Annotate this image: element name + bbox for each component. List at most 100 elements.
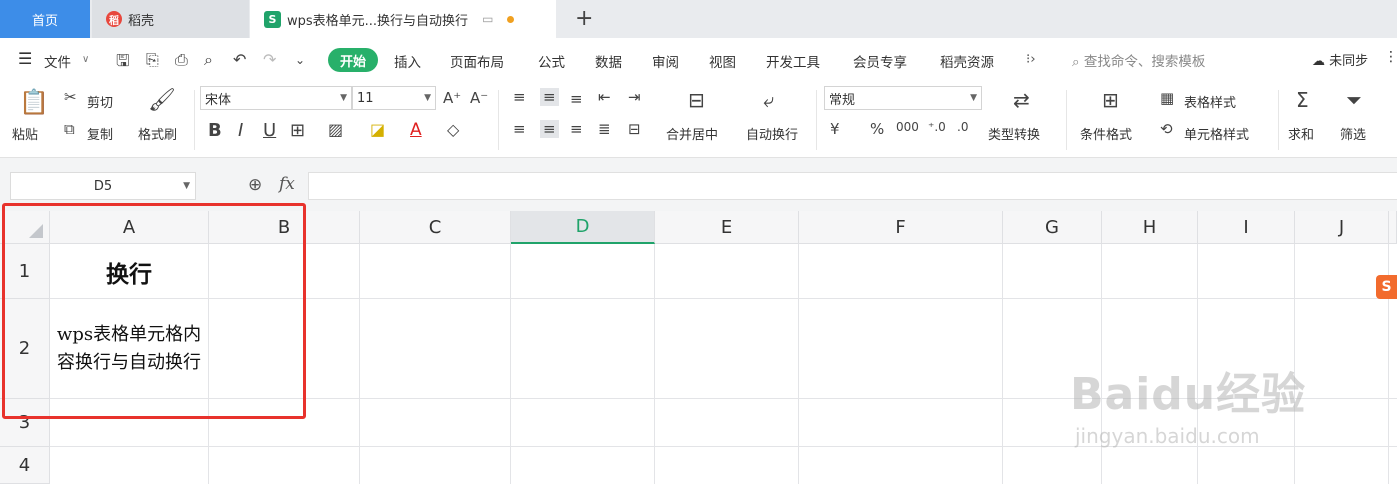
underline-icon[interactable]: U xyxy=(263,120,276,141)
column-header-k[interactable] xyxy=(1389,211,1397,244)
search-placeholder: 查找命令、搜索模板 xyxy=(1083,54,1206,70)
redo-icon[interactable]: ↷ xyxy=(263,50,276,69)
wrap-text-button[interactable]: 自动换行 xyxy=(746,124,798,143)
clear-format-icon[interactable]: ◇ xyxy=(447,120,459,139)
bold-icon[interactable]: B xyxy=(208,120,222,141)
fill-color-icon[interactable]: ◪ xyxy=(370,120,385,139)
cell-style-icon[interactable]: ⟲ xyxy=(1160,120,1173,138)
menu-formula[interactable]: 公式 xyxy=(538,51,565,71)
export-icon[interactable]: ⎘ xyxy=(146,50,159,70)
indent-increase-icon[interactable]: ⇥ xyxy=(628,88,641,106)
undo-icon[interactable]: ↶ xyxy=(233,50,246,69)
sum-button[interactable]: 求和 xyxy=(1288,124,1314,143)
menu-view[interactable]: 视图 xyxy=(709,51,736,71)
print-icon[interactable]: ⎙ xyxy=(175,50,188,70)
zoom-icon[interactable]: ⊕ xyxy=(248,175,262,195)
font-color-icon[interactable]: A xyxy=(410,120,422,140)
menu-daoke-resources[interactable]: 稻壳资源 xyxy=(940,51,994,71)
tab-document[interactable]: S wps表格单元...换行与自动换行 ▭ xyxy=(250,0,556,38)
menu-developer[interactable]: 开发工具 xyxy=(766,51,820,71)
format-painter-icon[interactable]: 🖌 xyxy=(148,88,176,113)
menu-insert[interactable]: 插入 xyxy=(394,51,421,71)
chevron-down-icon[interactable]: ∨ xyxy=(82,54,89,65)
merge-center-button[interactable]: 合并居中 xyxy=(666,124,718,143)
new-tab-plus-icon[interactable]: + xyxy=(575,6,593,31)
search-input[interactable]: ⌕ 查找命令、搜索模板 xyxy=(1072,50,1205,70)
menu-data[interactable]: 数据 xyxy=(595,51,622,71)
sync-status[interactable]: ☁ 未同步 xyxy=(1312,50,1368,69)
column-header-f[interactable]: F xyxy=(799,211,1003,244)
align-center-icon[interactable]: ≡ xyxy=(540,120,559,138)
filter-icon[interactable]: ⏷ xyxy=(1346,88,1362,112)
conditional-format-icon[interactable]: ⊞ xyxy=(1102,88,1119,112)
merge-center-icon[interactable]: ⊟ xyxy=(688,88,705,112)
more-icon[interactable]: ⋮ xyxy=(1384,49,1397,65)
percent-icon[interactable]: % xyxy=(870,120,884,138)
column-header-e[interactable]: E xyxy=(655,211,799,244)
wrap-text-icon[interactable]: ⤶ xyxy=(763,88,774,112)
copy-icon[interactable]: ⧉ xyxy=(64,120,75,138)
indent-decrease-icon[interactable]: ⇤ xyxy=(598,88,611,106)
italic-icon[interactable]: I xyxy=(238,120,243,141)
type-convert-button[interactable]: 类型转换 xyxy=(988,124,1040,143)
column-header-h[interactable]: H xyxy=(1102,211,1198,244)
copy-button[interactable]: 复制 xyxy=(87,124,113,143)
column-header-i[interactable]: I xyxy=(1198,211,1295,244)
watermark-url: jingyan.baidu.com xyxy=(1075,424,1260,448)
sum-icon[interactable]: Σ xyxy=(1296,88,1309,112)
align-middle-icon[interactable]: ≡ xyxy=(540,88,559,106)
currency-icon[interactable]: ¥ xyxy=(830,120,840,138)
menu-file[interactable]: 文件 xyxy=(44,51,71,71)
cell-style-button[interactable]: 单元格样式 xyxy=(1184,124,1249,143)
customize-chevron-icon[interactable]: ⌄ xyxy=(295,53,305,67)
column-header-c[interactable]: C xyxy=(360,211,511,244)
tab-home[interactable]: 首页 xyxy=(0,0,90,38)
column-header-d[interactable]: D xyxy=(511,211,655,244)
tab-daoke[interactable]: 稻 稻壳 xyxy=(92,0,249,38)
formula-input[interactable] xyxy=(308,172,1397,200)
table-style-icon[interactable]: ▦ xyxy=(1160,89,1174,107)
font-size-select[interactable]: 11 ▼ xyxy=(352,86,436,110)
format-painter-button[interactable]: 格式刷 xyxy=(138,124,177,143)
thousands-icon[interactable]: 000 xyxy=(896,120,919,134)
name-box[interactable]: D5 ▼ xyxy=(10,172,196,200)
filter-button[interactable]: 筛选 xyxy=(1340,124,1366,143)
decrease-decimal-icon[interactable]: .0 xyxy=(957,120,968,134)
number-format-select[interactable]: 常规 ▼ xyxy=(824,86,982,110)
watermark-brand: Baidu经验 xyxy=(1070,369,1307,420)
column-header-j[interactable]: J xyxy=(1295,211,1389,244)
print-preview-icon[interactable]: ⌕ xyxy=(204,50,213,70)
menu-member[interactable]: 会员专享 xyxy=(853,51,907,71)
menu-page-layout[interactable]: 页面布局 xyxy=(450,51,504,71)
align-left-icon[interactable]: ≡ xyxy=(513,120,526,138)
align-top-icon[interactable]: ≡ xyxy=(513,88,526,106)
align-bottom-icon[interactable]: ≡ xyxy=(570,90,583,108)
border-icon[interactable]: ⊞ xyxy=(290,120,305,141)
column-header-g[interactable]: G xyxy=(1003,211,1102,244)
cut-icon[interactable]: ✂ xyxy=(64,88,77,106)
cut-button[interactable]: 剪切 xyxy=(87,92,113,111)
font-name-select[interactable]: 宋体 ▼ xyxy=(200,86,352,110)
row-header-4[interactable]: 4 xyxy=(0,447,50,484)
paste-button[interactable]: 粘贴 xyxy=(12,124,38,143)
spreadsheet-icon: S xyxy=(264,10,281,28)
menu-review[interactable]: 审阅 xyxy=(652,51,679,71)
paste-icon[interactable]: 📋 xyxy=(19,88,49,116)
hamburger-icon[interactable]: ☰ xyxy=(18,49,32,68)
conditional-format-button[interactable]: 条件格式 xyxy=(1080,124,1132,143)
fill-pattern-icon[interactable]: ▨ xyxy=(328,120,343,139)
sogou-badge-icon[interactable]: S xyxy=(1376,275,1397,299)
fx-icon[interactable]: fx xyxy=(279,174,295,194)
increase-decimal-icon[interactable]: ⁺.0 xyxy=(928,120,946,134)
menu-overflow-icon[interactable]: ⁝› xyxy=(1026,51,1036,67)
screen-icon[interactable]: ▭ xyxy=(482,12,493,26)
font-decrease-icon[interactable]: A⁻ xyxy=(470,89,488,107)
type-convert-icon[interactable]: ⇄ xyxy=(1013,88,1030,112)
font-increase-icon[interactable]: A⁺ xyxy=(443,89,461,107)
menu-start[interactable]: 开始 xyxy=(328,48,378,72)
distribute-icon[interactable]: ⊟ xyxy=(628,120,641,138)
justify-icon[interactable]: ≣ xyxy=(598,120,611,138)
align-right-icon[interactable]: ≡ xyxy=(570,120,583,138)
save-icon[interactable]: 🖫 xyxy=(116,50,130,77)
table-style-button[interactable]: 表格样式 xyxy=(1184,92,1236,111)
